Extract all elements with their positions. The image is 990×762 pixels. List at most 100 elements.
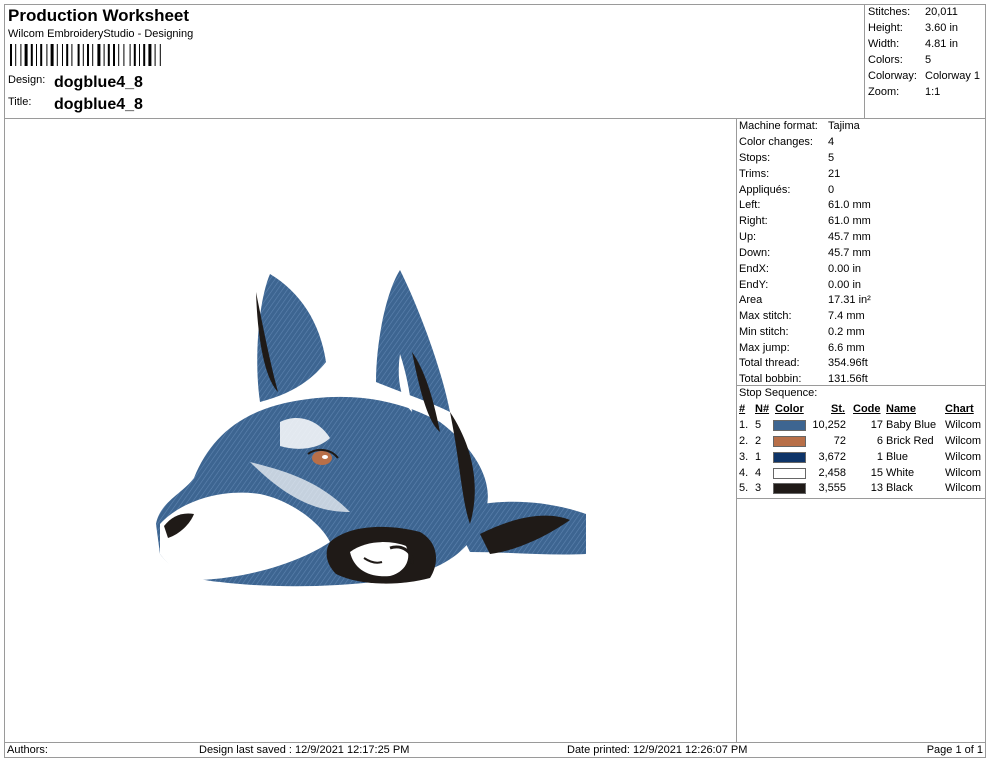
property-value: 0.2 mm xyxy=(828,326,865,338)
property-value: 61.0 mm xyxy=(828,215,871,227)
barcode-bar xyxy=(148,44,152,66)
property-value: 131.56ft xyxy=(828,373,868,385)
app-subtitle: Wilcom EmbroideryStudio - Designing xyxy=(8,28,194,40)
footer-divider xyxy=(4,742,986,743)
property-value: 354.96ft xyxy=(828,357,868,369)
barcode-bar xyxy=(159,44,161,66)
property-label: EndX: xyxy=(739,263,769,275)
property-row: Stops: 5 xyxy=(739,150,984,166)
summary-value: 3.60 in xyxy=(925,22,959,34)
barcode-bar xyxy=(36,44,37,66)
properties-divider xyxy=(736,118,737,742)
thread-name: Blue xyxy=(886,451,909,463)
stitch-count: 2,458 xyxy=(818,467,846,479)
summary-divider xyxy=(864,4,865,118)
property-row: Down: 45.7 mm xyxy=(739,245,984,261)
summary-label: Height: xyxy=(868,22,903,34)
barcode-bar xyxy=(139,44,140,66)
stitch-count: 3,555 xyxy=(818,482,846,494)
property-value: 45.7 mm xyxy=(828,231,871,243)
property-row: Left: 61.0 mm xyxy=(739,197,984,213)
worksheet-title: Production Worksheet xyxy=(8,6,190,25)
barcode-bar xyxy=(133,44,136,66)
column-header: N# xyxy=(755,403,770,415)
summary-value: 4.81 in xyxy=(925,38,959,50)
stitch-count: 3,672 xyxy=(818,451,846,463)
page-number: Page 1 of 1 xyxy=(926,744,983,756)
barcode-bar xyxy=(103,44,105,66)
thread-code: 17 xyxy=(870,419,883,431)
property-row: Appliqués: 0 xyxy=(739,182,984,198)
barcode-bar xyxy=(24,44,28,66)
property-label: Total bobbin: xyxy=(739,373,802,385)
stitch-count: 72 xyxy=(833,435,846,447)
stop-number: 1. xyxy=(739,419,749,431)
property-row: Up: 45.7 mm xyxy=(739,229,984,245)
property-row: Max stitch: 7.4 mm xyxy=(739,308,984,324)
property-row: EndX: 0.00 in xyxy=(739,261,984,277)
summary-label: Colors: xyxy=(868,54,903,66)
stitch-count: 10,252 xyxy=(812,419,846,431)
property-value: Tajima xyxy=(828,120,860,132)
barcode-bar xyxy=(143,44,146,66)
barcode-bar xyxy=(87,44,89,66)
barcode-bar xyxy=(82,44,84,66)
property-value: 61.0 mm xyxy=(828,199,871,211)
property-value: 17.31 in² xyxy=(828,294,871,306)
property-row: Max jump: 6.6 mm xyxy=(739,340,984,356)
summary-value: 5 xyxy=(925,54,932,66)
property-value: 5 xyxy=(828,152,835,164)
property-label: Appliqués: xyxy=(739,184,791,196)
thread-code: 15 xyxy=(870,467,883,479)
design-label: Design: xyxy=(8,74,46,86)
column-header: Code xyxy=(853,403,881,415)
property-value: 0 xyxy=(828,184,835,196)
summary-value: 1:1 xyxy=(925,86,941,98)
barcode-bar xyxy=(15,44,17,66)
barcode-bar xyxy=(123,44,125,66)
summary-label: Colorway: xyxy=(868,70,917,82)
barcode-bar xyxy=(20,44,22,66)
property-row: Trims: 21 xyxy=(739,166,984,182)
needle-number: 2 xyxy=(755,435,762,447)
thread-chart: Wilcom xyxy=(945,419,982,431)
stop-number: 4. xyxy=(739,467,749,479)
stop-number: 2. xyxy=(739,435,749,447)
color-swatch xyxy=(773,436,806,447)
thread-chart: Wilcom xyxy=(945,451,982,463)
needle-number: 4 xyxy=(755,467,762,479)
summary-value: Colorway 1 xyxy=(925,70,981,82)
property-label: Max stitch: xyxy=(739,310,792,322)
property-label: Max jump: xyxy=(739,342,790,354)
color-swatch xyxy=(773,468,806,479)
property-label: Trims: xyxy=(739,168,770,180)
property-label: Left: xyxy=(739,199,761,211)
property-label: Min stitch: xyxy=(739,326,789,338)
needle-number: 1 xyxy=(755,451,762,463)
design-name: dogblue4_8 xyxy=(54,74,143,91)
barcode-bar xyxy=(77,44,80,66)
property-label: Stops: xyxy=(739,152,771,164)
property-row: Right: 61.0 mm xyxy=(739,213,984,229)
thread-chart: Wilcom xyxy=(945,482,982,494)
property-row: Machine format: Tajima xyxy=(739,118,984,134)
barcode-bar xyxy=(71,44,73,66)
property-value: 6.6 mm xyxy=(828,342,865,354)
needle-number: 5 xyxy=(755,419,762,431)
property-label: Color changes: xyxy=(739,136,813,148)
property-value: 0.00 in xyxy=(828,263,862,275)
summary-value: 20,011 xyxy=(925,6,958,18)
authors-label: Authors: xyxy=(7,744,48,756)
embroidery-design-preview xyxy=(156,270,586,587)
property-row: Color changes: 4 xyxy=(739,134,984,150)
stop-number: 3. xyxy=(739,451,749,463)
property-label: Total thread: xyxy=(739,357,800,369)
barcode-bar xyxy=(154,44,156,66)
last-saved: Design last saved : 12/9/2021 12:17:25 P… xyxy=(199,744,410,756)
barcode-bar xyxy=(62,44,63,66)
property-label: Down: xyxy=(739,247,771,259)
barcode-bar xyxy=(129,44,131,66)
column-header: St. xyxy=(831,403,846,415)
barcode-bar xyxy=(10,44,12,66)
property-value: 21 xyxy=(828,168,841,180)
